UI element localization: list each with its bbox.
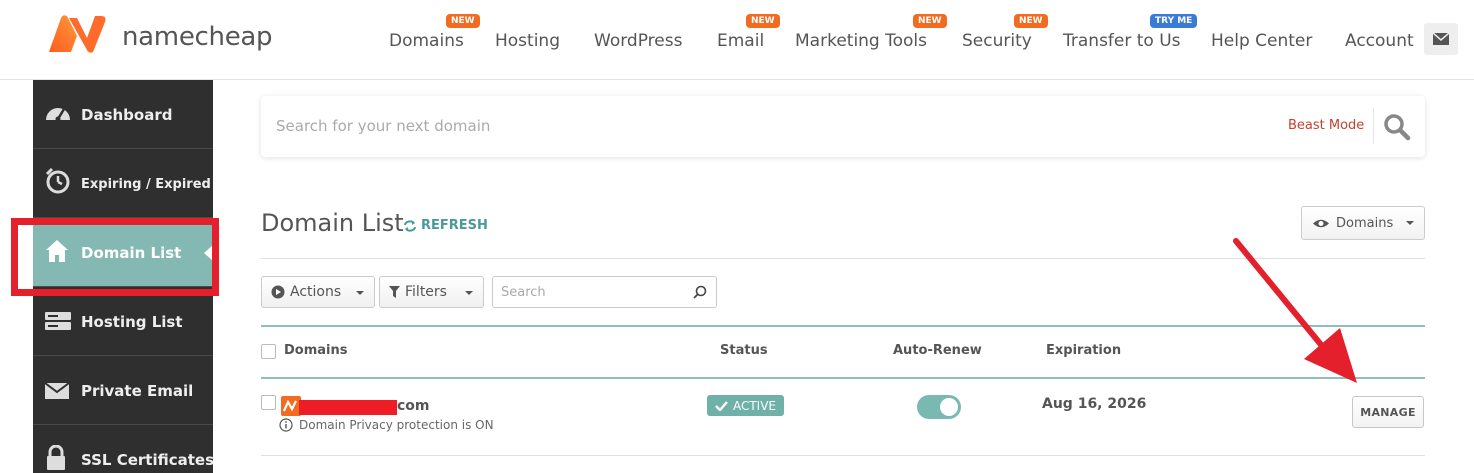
nav-marketing-tools[interactable]: Marketing Tools: [795, 31, 927, 51]
manage-button[interactable]: MANAGE: [1352, 396, 1424, 428]
info-icon: [279, 418, 293, 432]
messages-button[interactable]: [1424, 23, 1458, 55]
nav-email[interactable]: Email: [717, 31, 764, 51]
namecheap-logo-icon: [49, 15, 106, 53]
privacy-text: Domain Privacy protection is ON: [299, 418, 494, 432]
sidebar-item-expiring[interactable]: Expiring / Expired: [33, 149, 213, 218]
nav-security[interactable]: Security: [962, 31, 1032, 51]
page-title: Domain List: [261, 209, 404, 237]
sidebar-item-private-email[interactable]: Private Email: [33, 356, 213, 425]
refresh-icon: [404, 219, 416, 232]
filters-button[interactable]: Filters: [379, 276, 484, 308]
table-search-placeholder: Search: [501, 285, 546, 300]
timer-icon: [45, 167, 70, 194]
filter-icon: [389, 286, 400, 298]
row-checkbox[interactable]: [261, 395, 276, 410]
redacted-domain-name: [299, 400, 397, 415]
table-header-border: [261, 377, 1425, 379]
new-badge: NEW: [1014, 14, 1048, 28]
column-header-auto-renew[interactable]: Auto-Renew: [893, 343, 982, 358]
domain-search-input[interactable]: Search for your next domain: [276, 117, 490, 135]
highlight-box: [11, 218, 219, 296]
namecheap-logo[interactable]: [47, 14, 115, 54]
toggle-knob: [940, 398, 958, 416]
envelope-icon: [44, 382, 70, 399]
auto-renew-toggle[interactable]: [917, 395, 961, 419]
top-navigation-bar: namecheap Domains NEW Hosting WordPress …: [0, 0, 1474, 80]
chevron-down-icon: [356, 291, 364, 295]
check-icon: [715, 400, 728, 411]
new-badge: NEW: [746, 14, 780, 28]
actions-label: Actions: [290, 284, 342, 300]
sidebar-item-hosting-list[interactable]: Hosting List: [33, 287, 213, 356]
filters-label: Filters: [405, 284, 447, 300]
view-dropdown-label: Domains: [1336, 215, 1394, 231]
refresh-button[interactable]: REFRESH: [403, 218, 488, 233]
table-top-border: [261, 325, 1425, 327]
search-icon[interactable]: [1383, 113, 1411, 141]
select-all-checkbox[interactable]: [261, 344, 276, 359]
server-icon: [45, 312, 71, 330]
table-search-input[interactable]: Search: [492, 276, 717, 308]
try-me-badge: TRY ME: [1150, 14, 1198, 28]
column-header-expiration[interactable]: Expiration: [1046, 343, 1121, 358]
refresh-label: REFRESH: [421, 218, 488, 233]
nav-wordpress[interactable]: WordPress: [594, 31, 682, 51]
nav-domains[interactable]: Domains: [389, 31, 464, 51]
beast-mode-link[interactable]: Beast Mode: [1288, 118, 1364, 133]
status-badge: ACTIVE: [707, 395, 784, 416]
lock-icon: [47, 445, 65, 470]
sidebar-item-ssl-certificates[interactable]: SSL Certificates: [33, 425, 215, 473]
divider: [261, 258, 1425, 259]
view-dropdown[interactable]: Domains: [1301, 206, 1425, 240]
envelope-icon: [1433, 33, 1449, 45]
actions-button[interactable]: Actions: [261, 276, 375, 308]
domain-tld[interactable]: com: [397, 398, 430, 414]
sidebar-item-label: Hosting List: [81, 313, 183, 331]
divider: [261, 455, 1425, 456]
privacy-status: Domain Privacy protection is ON: [279, 418, 494, 432]
nav-transfer-to-us[interactable]: Transfer to Us: [1063, 31, 1181, 51]
status-text: ACTIVE: [732, 398, 777, 413]
column-header-domains[interactable]: Domains: [284, 343, 348, 358]
new-badge: NEW: [446, 14, 480, 28]
nav-help-center[interactable]: Help Center: [1211, 31, 1312, 51]
sidebar-item-label: Dashboard: [81, 106, 173, 124]
sidebar-item-label: SSL Certificates: [81, 451, 215, 469]
expiration-date: Aug 16, 2026: [1042, 396, 1147, 412]
column-header-status[interactable]: Status: [720, 343, 768, 358]
nav-hosting[interactable]: Hosting: [495, 31, 560, 51]
search-icon[interactable]: [693, 285, 707, 299]
new-badge: NEW: [913, 14, 947, 28]
logo-text: namecheap: [122, 22, 273, 52]
sidebar-item-dashboard[interactable]: Dashboard: [33, 80, 213, 149]
divider: [1373, 108, 1374, 144]
nav-account[interactable]: Account: [1345, 31, 1414, 51]
play-circle-icon: [271, 285, 285, 299]
namecheap-logo-icon: [281, 396, 301, 416]
chevron-down-icon: [1406, 221, 1414, 225]
gauge-icon: [46, 108, 70, 122]
sidebar-item-label: Private Email: [81, 382, 194, 400]
domain-search-bar[interactable]: Search for your next domain Beast Mode: [261, 96, 1425, 157]
eye-icon: [1313, 219, 1329, 227]
chevron-down-icon: [465, 291, 473, 295]
sidebar-item-label: Expiring / Expired: [81, 177, 211, 192]
